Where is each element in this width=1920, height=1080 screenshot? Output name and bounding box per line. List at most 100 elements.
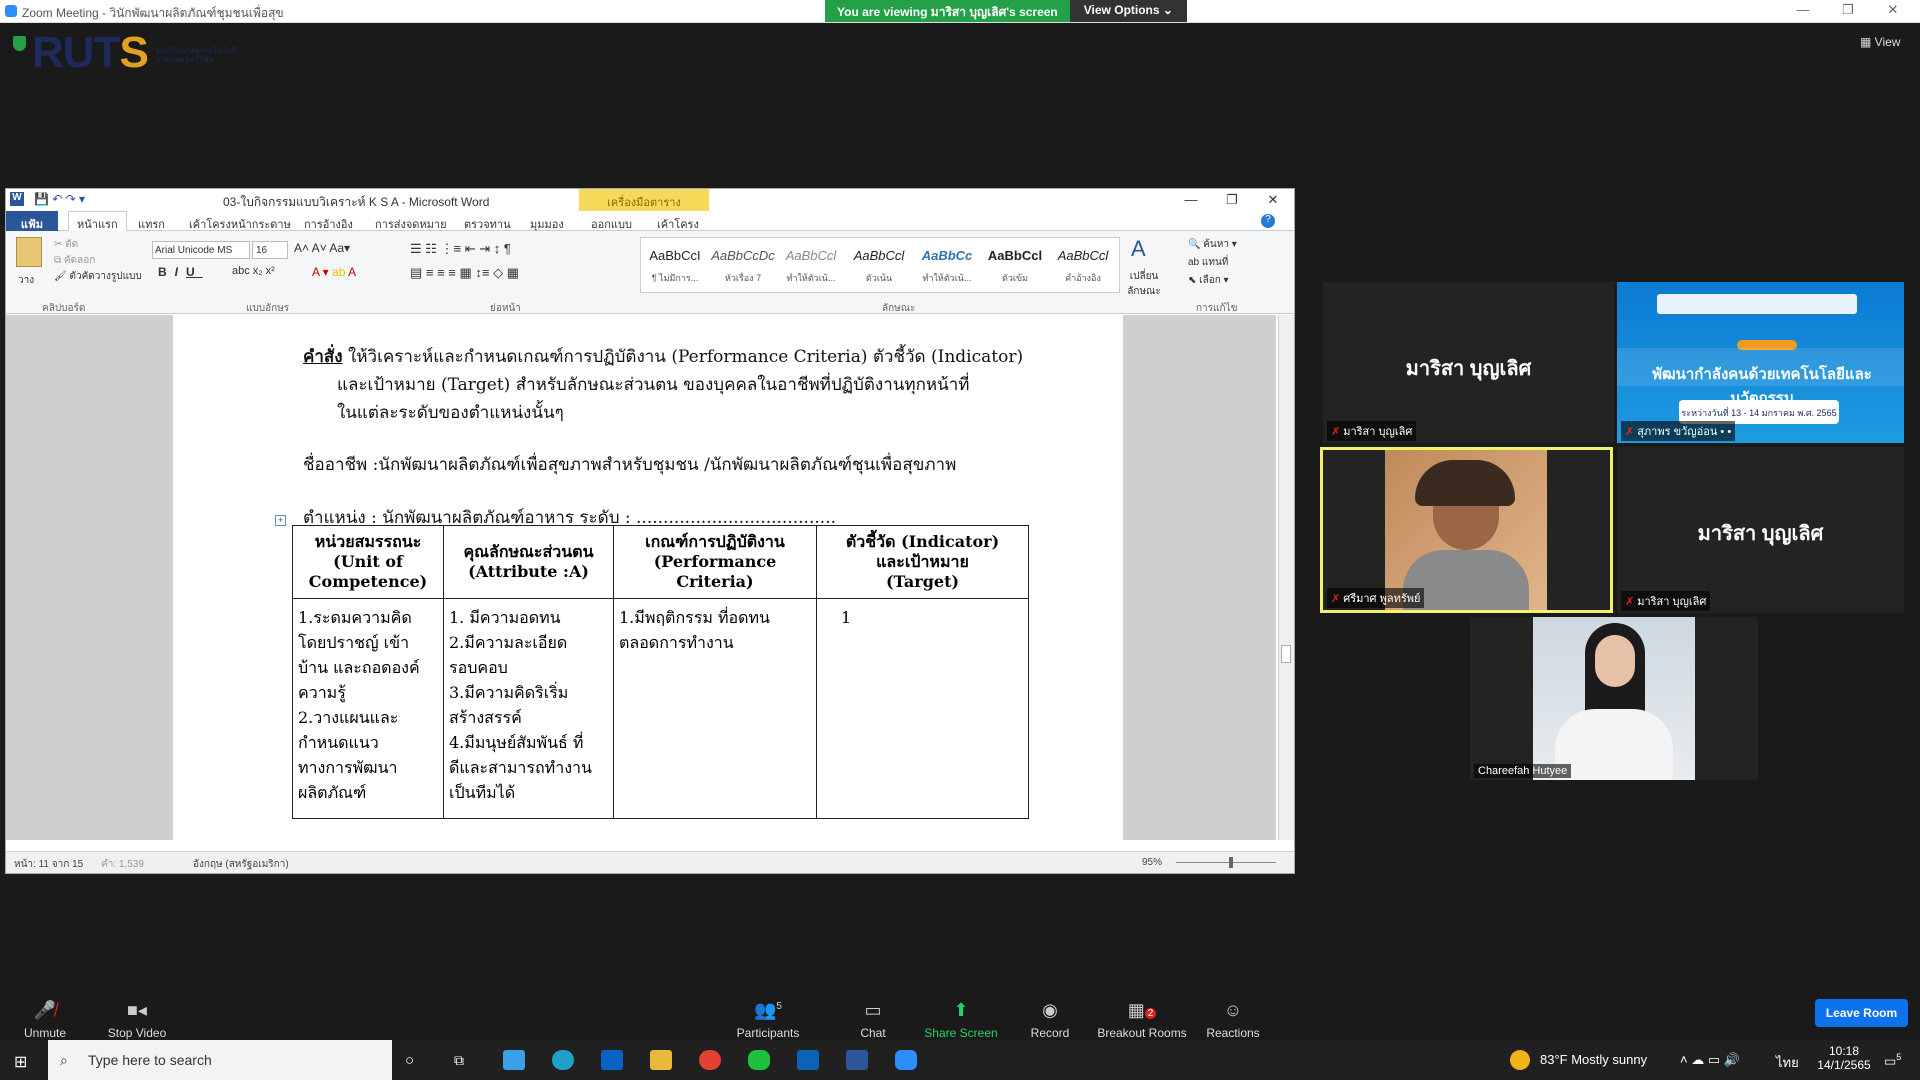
instruction-line-3: ในแต่ละระดับของตำแหน่งนั้นๆ [337, 403, 564, 423]
clock[interactable]: 10:18 14/1/2565 [1808, 1044, 1880, 1072]
weather-text[interactable]: 83°F Mostly sunny [1540, 1052, 1647, 1067]
encryption-shield-icon[interactable] [13, 36, 26, 51]
copy-button[interactable]: ⧉ คัดลอก [54, 253, 95, 268]
unmute-button[interactable]: 🎤̸ Unmute [0, 1000, 90, 1040]
participant-tile[interactable]: มาริสา บุญเลิศ ✗ มาริสา บุญเลิศ [1617, 447, 1904, 613]
zoom-slider[interactable] [1176, 862, 1276, 863]
font-grow-shrink-icon[interactable]: A˄ A˅ Aa▾ [294, 241, 350, 255]
group-clipboard: คลิปบอร์ด [42, 303, 86, 314]
view-button[interactable]: ▦ View [1860, 35, 1900, 49]
font-size-select[interactable]: 16 [252, 241, 288, 259]
zoom-slider-thumb[interactable] [1229, 857, 1233, 868]
word-taskbar-icon[interactable] [846, 1050, 868, 1070]
format-painter-button[interactable]: 🖌 ตัวคัดวางรูปแบบ [54, 269, 142, 284]
cut-button[interactable]: ✂ ตัด [54, 237, 78, 252]
style-heading-7[interactable]: AaBbCcDc หัวเรื่อง 7 [709, 248, 777, 285]
table-move-handle-icon[interactable]: + [275, 515, 286, 526]
chat-button[interactable]: ▭ Chat [828, 1000, 918, 1040]
file-explorer-icon[interactable] [650, 1050, 672, 1070]
tray-icons[interactable]: ˄ ☁ ▭ 🔊 [1680, 1052, 1740, 1068]
cortana-icon[interactable]: ○ [405, 1052, 414, 1069]
tab-file[interactable]: แฟ้ม [6, 211, 58, 231]
share-screen-button[interactable]: ⬆ Share Screen [916, 1000, 1006, 1040]
strike-sub-super-icon[interactable]: abc x₂ x² [232, 265, 275, 277]
reactions-button[interactable]: ☺ Reactions [1188, 1000, 1278, 1040]
word-restore-icon[interactable]: ❐ [1212, 192, 1252, 208]
alignment-icon[interactable]: ▤ ≡ ≡ ≡ ▦ ↕≡ ◇ ▦ [410, 265, 519, 281]
muted-mic-icon: ✗ [1625, 596, 1635, 608]
find-button[interactable]: 🔍 ค้นหา ▾ [1188, 237, 1237, 252]
participant-name: มาริสา บุญเลิศ [1697, 523, 1824, 545]
document-page[interactable]: คำสั่ง ให้วิเคราะห์และกำหนดเกณฑ์การปฏิบั… [173, 315, 1123, 840]
participant-hair [1415, 460, 1515, 506]
bold-italic-underline-icon[interactable]: BIU [158, 265, 203, 279]
table-header-row: หน่วยสมรรถนะ (Unit of Competence) คุณลักษณ… [292, 525, 1029, 599]
participants-icon: 👥5 [754, 1000, 782, 1020]
chrome-icon[interactable] [699, 1050, 721, 1070]
status-zoom[interactable]: 95% [1142, 857, 1162, 868]
store-icon[interactable] [503, 1050, 525, 1070]
taskbar-search-input[interactable]: Type here to search [48, 1040, 392, 1080]
zoom-taskbar-icon[interactable] [895, 1050, 917, 1070]
cell-performance-criteria[interactable]: 1.มีพฤติกรรม ที่อดทน ตลอดการทำงาน [613, 598, 817, 819]
stop-video-button[interactable]: ■◂ Stop Video [92, 1000, 182, 1040]
vertical-scrollbar[interactable] [1278, 315, 1294, 840]
header-indicator-target: ตัวชี้วัด (Indicator) และเป้าหมาย (Target) [816, 525, 1029, 599]
participant-tile[interactable]: มาริสา บุญเลิศ ✗ มาริสา บุญเลิศ [1323, 282, 1614, 443]
participants-button[interactable]: 👥5 Participants [723, 1000, 813, 1040]
windows-start-icon[interactable]: ⊞ [14, 1052, 27, 1072]
style-intense-emphasis[interactable]: AaBbCc ทำให้ตัวเน้... [913, 248, 981, 285]
occupation-line: ชื่ออาชีพ :นักพัฒนาผลิตภัณฑ์เพื่อสุขภาพส… [303, 455, 957, 475]
paste-icon[interactable] [16, 237, 42, 267]
style-subtle-emphasis[interactable]: AaBbCcl ทำให้ตัวเน้... [777, 248, 845, 285]
style-strong[interactable]: AaBbCcl ตัวเข้ม [981, 248, 1049, 285]
cell-unit-of-competence[interactable]: 1.ระดมความคิด โดยปราชญ์ เข้า บ้าน และถอดอง… [292, 598, 444, 819]
input-language[interactable]: ไทย [1776, 1052, 1799, 1073]
participant-tile[interactable]: Chareefah Hutyee [1470, 617, 1758, 780]
minimize-icon[interactable]: — [1783, 2, 1823, 17]
notification-icon[interactable]: ▭5 [1884, 1052, 1901, 1069]
bullets-numbering-icon[interactable]: ☰ ☷ ⋮≡ ⇤ ⇥ ↕ ¶ [410, 241, 511, 257]
task-view-icon[interactable]: ⧉ [454, 1052, 464, 1069]
word-icon: W [10, 192, 24, 206]
view-options-button[interactable]: View Options ⌄ [1069, 0, 1187, 22]
record-icon: ◉ [1042, 1000, 1058, 1020]
ruts-logo-subtext: มหาวิทยาลัยเทคโนโลยี ราชมงคลศรีวิชัย [156, 46, 237, 64]
change-styles-icon[interactable]: A [1131, 236, 1146, 262]
cell-attribute[interactable]: 1. มีความอดทน 2.มีความละเอียด รอบคอบ 3.มีคว… [443, 598, 614, 819]
paste-label[interactable]: วาง [18, 273, 34, 288]
edge-icon[interactable] [552, 1050, 574, 1070]
instruction-line-1: คำสั่ง ให้วิเคราะห์และกำหนดเกณฑ์การปฏิบั… [303, 347, 1024, 367]
tab-home[interactable]: หน้าแรก [68, 211, 127, 232]
leave-room-button[interactable]: Leave Room [1815, 999, 1908, 1027]
participant-tile-poster[interactable]: พัฒนากำลังคนด้วยเทคโนโลยีและนวัตกรรม ระห… [1617, 282, 1904, 443]
quick-access-icon[interactable]: 💾 ↶ ↷ ▾ [34, 192, 85, 206]
change-styles-label[interactable]: เปลี่ยน ลักษณะ [1124, 269, 1164, 299]
style-emphasis[interactable]: AaBbCcl ตัวเน้น [845, 248, 913, 285]
weather-sun-icon[interactable] [1510, 1050, 1530, 1070]
participant-name: มาริสา บุญเลิศ [1405, 358, 1532, 380]
status-language[interactable]: อังกฤษ (สหรัฐอเมริกา) [193, 857, 289, 872]
font-name-select[interactable]: Arial Unicode MS [152, 241, 250, 259]
word-minimize-icon[interactable]: — [1171, 192, 1211, 207]
restore-icon[interactable]: ❐ [1828, 2, 1868, 18]
record-button[interactable]: ◉ Record [1005, 1000, 1095, 1040]
cell-indicator-target[interactable]: 1 [816, 598, 1029, 819]
breakout-rooms-button[interactable]: ▦ 2 Breakout Rooms [1097, 1000, 1187, 1040]
participant-tile-active-speaker[interactable]: ✗ ศรีมาศ พูลทรัพย์ [1320, 447, 1613, 613]
style-quote[interactable]: AaBbCcl คำอ้างอิง [1049, 248, 1117, 285]
help-icon[interactable]: ? [1261, 214, 1275, 228]
select-button[interactable]: ⬉ เลือก ▾ [1188, 273, 1229, 288]
close-icon[interactable]: ✕ [1873, 2, 1913, 18]
status-page[interactable]: หน้า: 11 จาก 15 [14, 857, 83, 872]
line-icon[interactable] [748, 1050, 770, 1070]
style-no-spacing[interactable]: AaBbCcI ¶ ไม่มีการ... [641, 248, 709, 285]
participant-label: Chareefah Hutyee [1474, 764, 1572, 778]
replace-button[interactable]: ab แทนที่ [1188, 255, 1228, 270]
scroll-thumb[interactable] [1281, 645, 1291, 663]
status-words[interactable]: คำ: 1,539 [101, 857, 144, 872]
word-close-icon[interactable]: ✕ [1253, 192, 1293, 208]
mail-icon[interactable] [601, 1050, 623, 1070]
font-color-icon[interactable]: A ▾ ab A [312, 265, 356, 279]
photos-icon[interactable] [797, 1050, 819, 1070]
